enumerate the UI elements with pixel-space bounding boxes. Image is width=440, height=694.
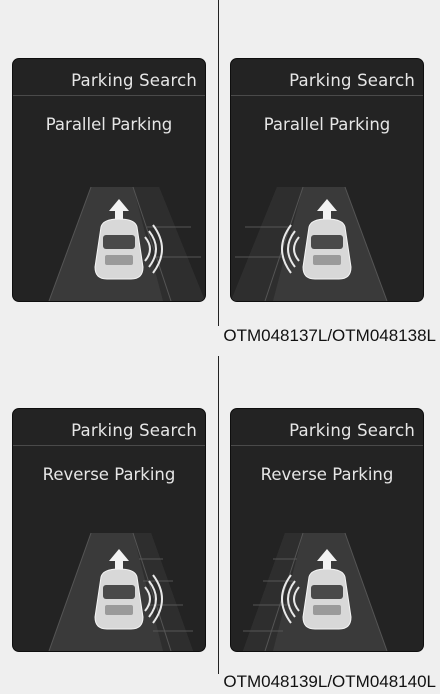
parking-mode-label: Parallel Parking <box>45 115 173 134</box>
panel-title: Parking Search <box>71 421 197 440</box>
figure-code-top: OTM048137L/OTM048138L <box>223 326 436 345</box>
parking-mode-label: Parallel Parking <box>263 115 391 134</box>
cluster-screen-reverse-right: Parking Search Reverse Parking <box>12 408 206 652</box>
parking-mode-label: Reverse Parking <box>42 465 176 484</box>
panel-header: Parking Search <box>13 65 205 96</box>
panel-header: Parking Search <box>13 415 205 446</box>
figure-code-bottom: OTM048139L/OTM048140L <box>223 672 436 691</box>
divider-line-bottom <box>218 356 219 674</box>
panel-title: Parking Search <box>289 421 415 440</box>
car-icon <box>302 568 352 630</box>
cluster-screen-parallel-right: Parking Search Parallel Parking <box>12 58 206 302</box>
panel-header: Parking Search <box>231 65 423 96</box>
parking-mode-label: Reverse Parking <box>260 465 394 484</box>
car-icon <box>94 568 144 630</box>
car-icon <box>302 218 352 280</box>
panel-title: Parking Search <box>71 71 197 90</box>
cluster-screen-parallel-left: Parking Search Parallel Parking <box>230 58 424 302</box>
panel-header: Parking Search <box>231 415 423 446</box>
car-icon <box>94 218 144 280</box>
cluster-screen-reverse-left: Parking Search Reverse Parking <box>230 408 424 652</box>
divider-line-top <box>218 0 219 326</box>
panel-title: Parking Search <box>289 71 415 90</box>
